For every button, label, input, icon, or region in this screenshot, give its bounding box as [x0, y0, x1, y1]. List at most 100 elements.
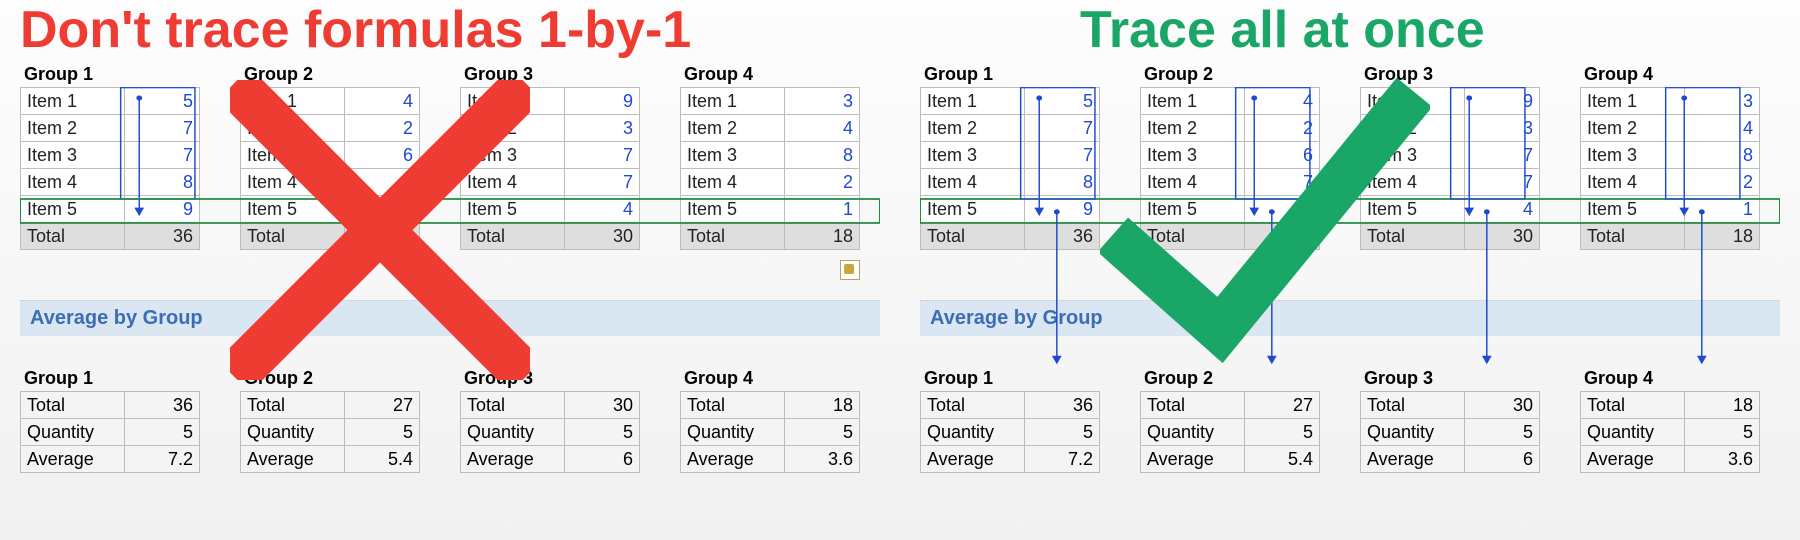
panel-left: Don't trace formulas 1-by-1 Group 1 Item… [0, 0, 900, 540]
item-value: 4 [1464, 196, 1539, 223]
table-row: Total36 [921, 392, 1100, 419]
item-label: Item 5 [1141, 196, 1245, 223]
summary-value: 5 [124, 419, 199, 446]
summary-label: Quantity [921, 419, 1025, 446]
total-value: 18 [1684, 223, 1759, 250]
summary-value: 5 [1684, 419, 1759, 446]
table-row: Item 54 [1361, 196, 1540, 223]
summary-table: Total36 Quantity5 Average7.2 [920, 391, 1100, 473]
summary-table: Total18 Quantity5 Average3.6 [1580, 391, 1760, 473]
group-header: Group 3 [460, 62, 640, 87]
summary-value: 7.2 [1024, 446, 1099, 473]
summary-block: Group 2 Total27 Quantity5 Average5.4 [1140, 366, 1320, 473]
item-value: 7 [1024, 142, 1099, 169]
smart-tag-icon[interactable] [840, 260, 860, 280]
item-value: 9 [1024, 196, 1099, 223]
table-row: Total36 [21, 392, 200, 419]
total-value: 36 [1024, 223, 1099, 250]
table-row: Item 47 [461, 169, 640, 196]
summary-value: 5.4 [344, 446, 419, 473]
panel-right: Trace all at once [900, 0, 1800, 540]
summary-value: 3.6 [1684, 446, 1759, 473]
summary-label: Average [921, 446, 1025, 473]
item-value: 2 [344, 115, 419, 142]
group-block: Group 3 Item 19 Item 23 Item 37 Item 47 … [460, 62, 640, 250]
summary-label: Quantity [461, 419, 565, 446]
group-block: Group 4 Item 13 Item 24 Item 38 Item 42 … [1580, 62, 1760, 250]
group-block: Group 1 Item 15 Item 27 Item 37 Item 48 … [920, 62, 1100, 250]
total-row: Total30 [461, 223, 640, 250]
summary-block: Group 1 Total36 Quantity5 Average7.2 [20, 366, 200, 473]
item-label: Item 1 [241, 88, 345, 115]
summary-value: 27 [1244, 392, 1319, 419]
group-block: Group 4 Item 13 Item 24 Item 38 Item 42 … [680, 62, 860, 250]
item-label: Item 4 [1141, 169, 1245, 196]
table-row: Item 23 [461, 115, 640, 142]
table-row: Item 51 [681, 196, 860, 223]
total-label: Total [921, 223, 1025, 250]
item-label: Item 1 [921, 88, 1025, 115]
item-value: 7 [1464, 169, 1539, 196]
summary-value: 5 [784, 419, 859, 446]
summary-header: Group 2 [240, 366, 420, 391]
table-row: Quantity5 [921, 419, 1100, 446]
group-header: Group 4 [1580, 62, 1760, 87]
summary-table: Total18 Quantity5 Average3.6 [680, 391, 860, 473]
group-table: Item 15 Item 27 Item 37 Item 48 Item 59 … [920, 87, 1100, 250]
total-value: 27 [344, 223, 419, 250]
table-row: Item 27 [21, 115, 200, 142]
table-row: Total30 [1361, 392, 1540, 419]
summary-label: Quantity [681, 419, 785, 446]
item-value: 1 [1684, 196, 1759, 223]
group-header: Group 2 [240, 62, 420, 87]
table-row: Item 37 [21, 142, 200, 169]
table-row: Item 47 [1361, 169, 1540, 196]
table-row: Average3.6 [681, 446, 860, 473]
item-label: Item 2 [241, 115, 345, 142]
table-row: Quantity5 [21, 419, 200, 446]
item-value: 7 [564, 142, 639, 169]
table-row: Item 47 [1141, 169, 1320, 196]
item-value: 8 [1024, 169, 1099, 196]
summary-label: Quantity [241, 419, 345, 446]
item-value: 6 [1244, 142, 1319, 169]
summary-header: Group 3 [1360, 366, 1540, 391]
table-row: Item 15 [21, 88, 200, 115]
group-table: Item 14 Item 22 Item 36 Item 47 Item 58 … [1140, 87, 1320, 250]
item-label: Item 2 [681, 115, 785, 142]
table-row: Quantity5 [1361, 419, 1540, 446]
item-label: Item 5 [1361, 196, 1465, 223]
item-label: Item 4 [1361, 169, 1465, 196]
item-value: 5 [124, 88, 199, 115]
summary-label: Quantity [1581, 419, 1685, 446]
item-value: 2 [1684, 169, 1759, 196]
item-value: 1 [784, 196, 859, 223]
item-value: 3 [784, 88, 859, 115]
total-value: 30 [564, 223, 639, 250]
groups-row-left: Group 1 Item 15 Item 27 Item 37 Item 48 … [20, 62, 880, 250]
summary-value: 5 [344, 419, 419, 446]
group-table: Item 13 Item 24 Item 38 Item 42 Item 51 … [680, 87, 860, 250]
item-value: 9 [1464, 88, 1539, 115]
item-label: Item 1 [1361, 88, 1465, 115]
summary-label: Quantity [1141, 419, 1245, 446]
summary-label: Total [1141, 392, 1245, 419]
item-value: 7 [1244, 169, 1319, 196]
summary-label: Average [1581, 446, 1685, 473]
total-label: Total [681, 223, 785, 250]
item-value: 9 [124, 196, 199, 223]
table-row: Item 14 [241, 88, 420, 115]
table-row: Average3.6 [1581, 446, 1760, 473]
item-value: 8 [784, 142, 859, 169]
item-value: 8 [1684, 142, 1759, 169]
total-label: Total [1581, 223, 1685, 250]
item-value: 2 [784, 169, 859, 196]
summaries-row-right: Group 1 Total36 Quantity5 Average7.2 Gro… [920, 366, 1780, 473]
group-table: Item 14 Item 22 Item 36 Item 47 Item 58 … [240, 87, 420, 250]
item-label: Item 5 [921, 196, 1025, 223]
summary-header: Group 3 [460, 366, 640, 391]
item-label: Item 5 [1581, 196, 1685, 223]
table-row: Item 42 [681, 169, 860, 196]
table-row: Total27 [1141, 392, 1320, 419]
item-label: Item 4 [681, 169, 785, 196]
